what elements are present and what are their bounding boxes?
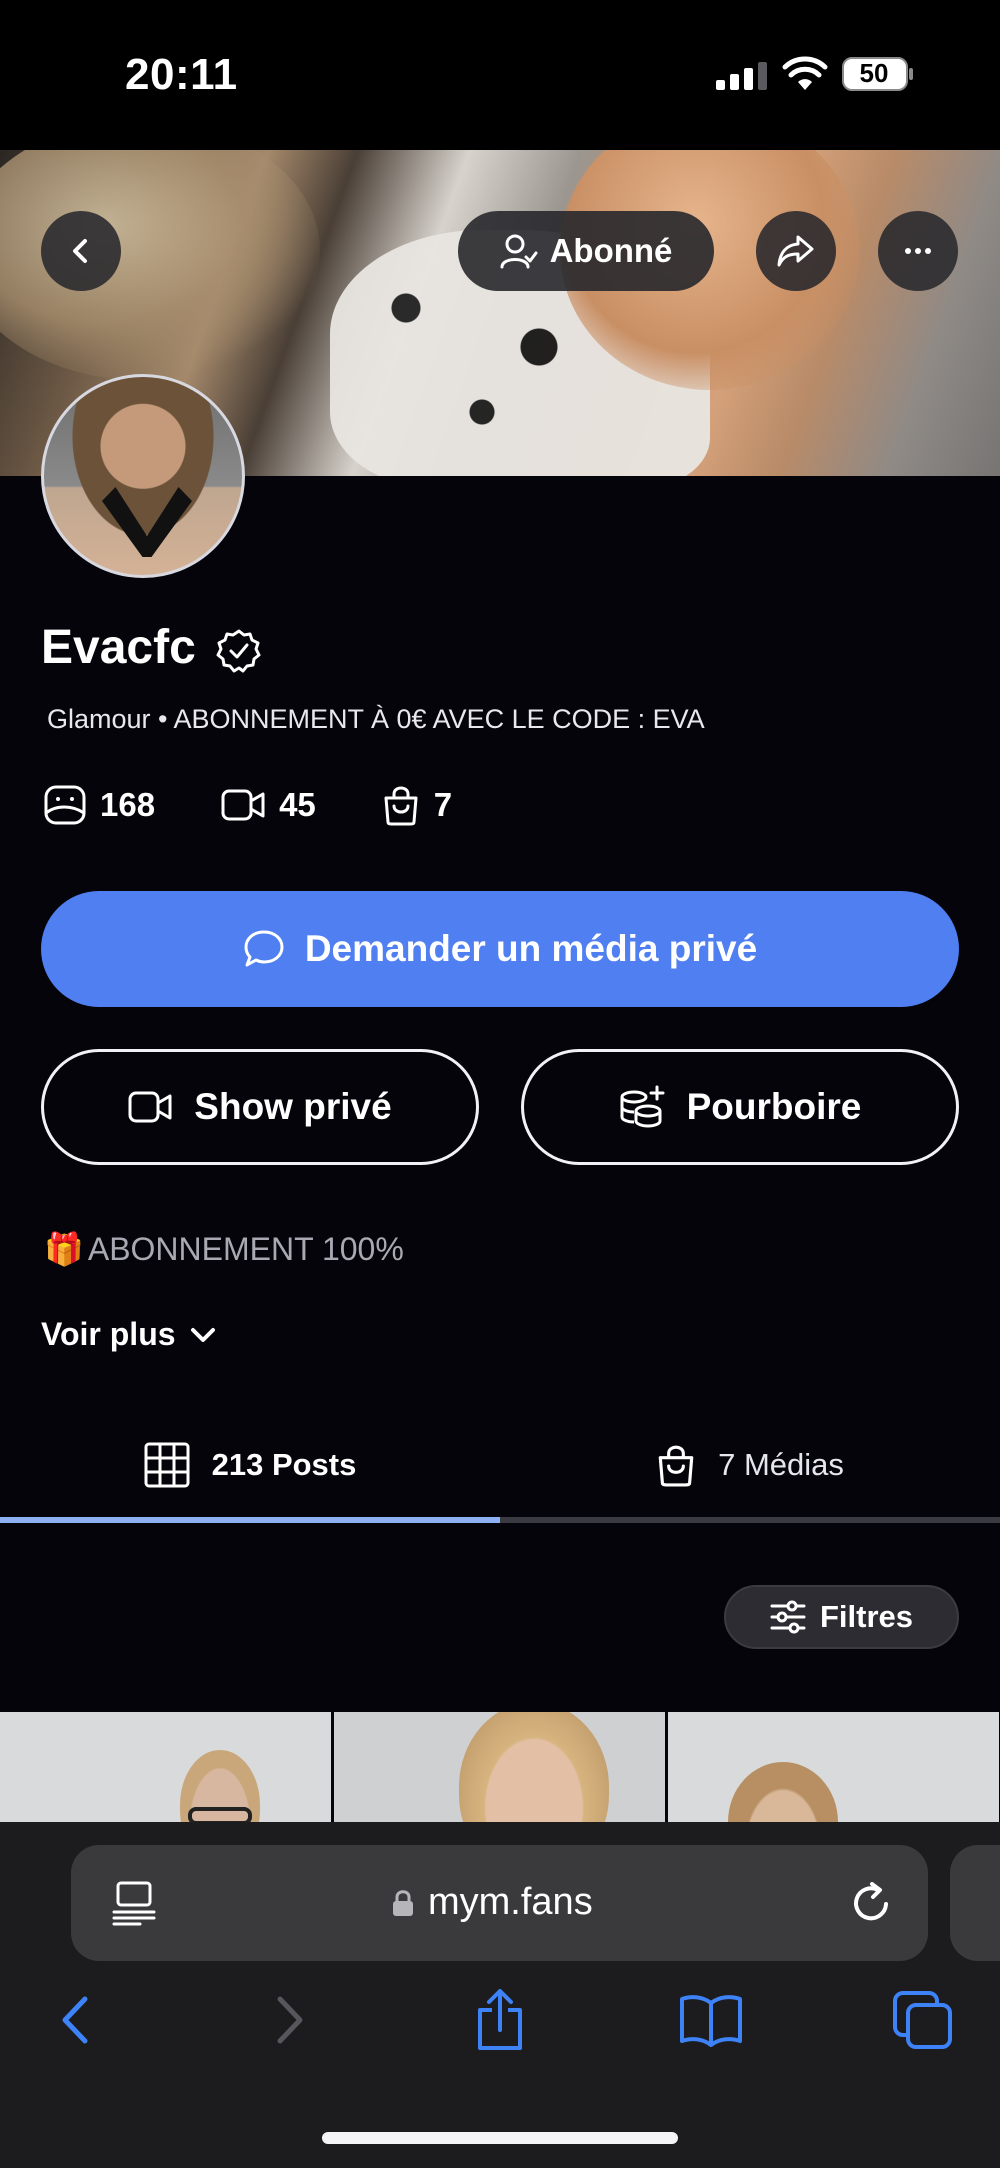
browser-nav	[0, 1985, 1000, 2065]
bookmarks-icon	[680, 1995, 742, 2047]
private-show-button[interactable]: Show privé	[41, 1049, 479, 1165]
reader-icon[interactable]	[112, 1880, 156, 1926]
share-icon	[777, 235, 814, 267]
profile-bio: Glamour • ABONNEMENT À 0€ AVEC LE CODE :…	[47, 704, 705, 734]
profile-stats: 168 45 7	[44, 782, 518, 828]
tabs-button[interactable]	[888, 1985, 958, 2055]
signal-icon	[716, 62, 767, 90]
stat-purchases-value: 7	[433, 786, 453, 823]
grid-icon	[144, 1442, 190, 1488]
more-icon	[905, 248, 931, 254]
profile-description: 🎁 ABONNEMENT 100%	[44, 1230, 404, 1268]
filters-label: Filtres	[819, 1599, 914, 1634]
browser-share-button[interactable]	[465, 1985, 535, 2055]
verified-badge-icon	[216, 629, 261, 673]
bag-icon	[384, 786, 418, 826]
stat-photos-value: 168	[100, 786, 156, 823]
status-time: 20:11	[125, 50, 238, 99]
thumb-head-shape	[459, 1712, 609, 1822]
request-private-media-label: Demander un média privé	[304, 928, 758, 969]
url-display[interactable]: mym.fans	[392, 1881, 593, 1924]
gift-icon: 🎁	[44, 1231, 84, 1267]
post-thumbnail[interactable]	[0, 1712, 331, 1822]
tip-button[interactable]: Pourboire	[521, 1049, 959, 1165]
filters-button[interactable]: Filtres	[724, 1585, 959, 1649]
video-icon	[128, 1091, 172, 1123]
thumb-glasses-shape	[188, 1807, 252, 1822]
avatar-top-shape	[102, 487, 192, 557]
request-private-media-button[interactable]: Demander un média privé	[41, 891, 959, 1007]
tab-posts[interactable]: 213 Posts	[0, 1410, 500, 1520]
tab-media[interactable]: 7 Médias	[500, 1410, 1000, 1520]
tabs-icon	[893, 1991, 952, 2049]
stat-photos: 168	[44, 785, 155, 825]
bag-icon	[658, 1445, 694, 1487]
private-show-label: Show privé	[194, 1086, 392, 1127]
post-thumbnail[interactable]	[334, 1712, 665, 1822]
see-more-label: Voir plus	[41, 1316, 176, 1352]
profile-page: 20:11 50 Abonné Evacfc Glamour • ABONNEM…	[0, 0, 1000, 2168]
post-grid	[0, 1712, 1000, 1822]
back-button[interactable]	[41, 211, 121, 291]
tip-label: Pourboire	[686, 1086, 862, 1127]
image-icon	[44, 785, 86, 825]
tab-media-label: 7 Médias	[718, 1447, 844, 1482]
battery-level: 50	[859, 58, 889, 88]
chat-bubble-icon	[244, 930, 284, 967]
coins-plus-icon	[620, 1085, 665, 1128]
sliders-icon	[770, 1600, 806, 1634]
promo-text: ABONNEMENT 100%	[87, 1230, 404, 1267]
see-more-button[interactable]: Voir plus	[41, 1316, 216, 1353]
share-button[interactable]	[756, 211, 836, 291]
content-tabs: 213 Posts 7 Médias	[0, 1410, 1000, 1520]
url-text: mym.fans	[428, 1881, 593, 1923]
post-thumbnail[interactable]	[668, 1712, 999, 1822]
follow-button[interactable]: Abonné	[458, 211, 714, 291]
reload-icon[interactable]	[848, 1880, 894, 1926]
browser-forward-button[interactable]	[255, 1985, 325, 2055]
status-bar: 20:11 50	[0, 0, 1000, 150]
more-options-button[interactable]	[878, 211, 958, 291]
follow-label: Abonné	[549, 232, 673, 269]
chevron-down-icon	[190, 1327, 215, 1342]
share-icon	[478, 1989, 522, 2050]
thumb-head-shape	[728, 1762, 838, 1822]
avatar[interactable]	[41, 374, 245, 578]
forward-icon	[277, 1996, 303, 2044]
tab-indicator	[0, 1517, 500, 1523]
home-indicator[interactable]	[322, 2132, 678, 2144]
bookmarks-button[interactable]	[676, 1985, 746, 2055]
back-icon	[73, 239, 87, 263]
lock-icon	[393, 1889, 413, 1916]
stat-videos: 45	[221, 786, 316, 824]
stat-videos-value: 45	[279, 786, 316, 823]
stat-purchases: 7	[382, 784, 452, 826]
browser-back-button[interactable]	[40, 1985, 110, 2055]
video-icon	[221, 789, 265, 821]
back-icon	[62, 1996, 88, 2044]
tab-posts-label: 213 Posts	[211, 1447, 357, 1482]
wifi-icon	[782, 56, 828, 90]
profile-name: Evacfc	[41, 621, 196, 674]
next-tab-peek[interactable]	[950, 1845, 1000, 1961]
user-check-icon	[500, 234, 538, 269]
